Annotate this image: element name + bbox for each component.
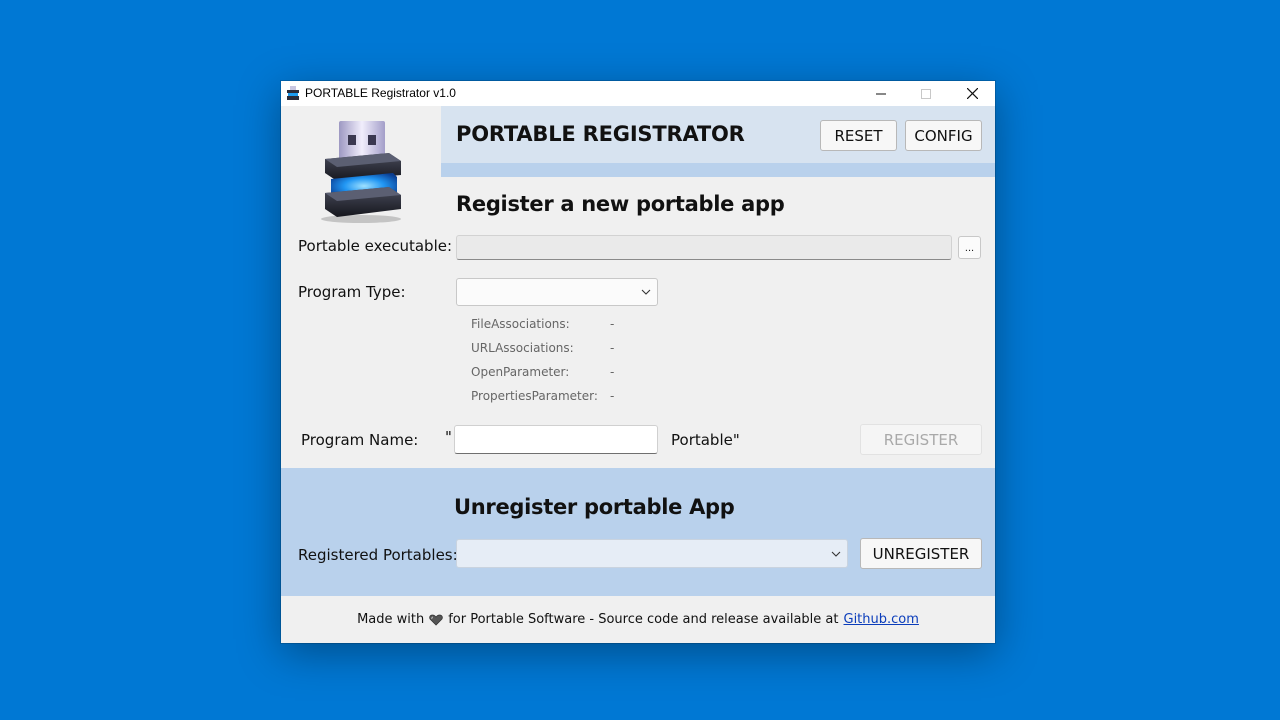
properties-parameter-value: -	[610, 389, 615, 403]
app-heading: PORTABLE REGISTRATOR	[456, 122, 745, 146]
github-link[interactable]: Github.com	[844, 612, 919, 627]
portable-executable-label: Portable executable:	[298, 237, 453, 255]
title-bar[interactable]: PORTABLE Registrator v1.0	[281, 81, 995, 106]
config-button[interactable]: CONFIG	[905, 120, 982, 151]
program-name-suffix: Portable"	[671, 431, 740, 449]
header-accent-strip	[441, 163, 995, 177]
app-window: PORTABLE Registrator v1.0 PORTABLE REGIS…	[281, 81, 995, 643]
reset-button[interactable]: RESET	[820, 120, 897, 151]
url-associations-label: URLAssociations:	[471, 341, 574, 355]
open-parameter-label: OpenParameter:	[471, 365, 570, 379]
registered-portables-label: Registered Portables:	[298, 546, 458, 564]
maximize-icon	[921, 88, 931, 99]
browse-button[interactable]: ...	[958, 236, 981, 259]
registered-portables-select[interactable]	[456, 539, 848, 568]
window-title: PORTABLE Registrator v1.0	[305, 86, 456, 100]
footer-text-before: Made with	[357, 612, 425, 627]
file-associations-value: -	[610, 317, 615, 331]
program-type-select[interactable]	[456, 278, 658, 306]
close-button[interactable]	[949, 81, 995, 106]
close-icon	[966, 88, 978, 99]
chevron-down-icon	[831, 551, 841, 557]
program-name-input[interactable]	[454, 425, 658, 454]
minimize-button[interactable]	[858, 81, 904, 106]
register-button[interactable]: REGISTER	[860, 424, 982, 455]
url-associations-value: -	[610, 341, 615, 355]
unregister-section-title: Unregister portable App	[454, 495, 735, 519]
heart-icon	[429, 614, 443, 626]
unregister-button[interactable]: UNREGISTER	[860, 538, 982, 569]
chevron-down-icon	[641, 289, 651, 295]
app-logo-icon	[321, 121, 401, 223]
register-section-title: Register a new portable app	[456, 192, 785, 216]
app-title-icon	[287, 86, 299, 100]
portable-executable-input[interactable]	[456, 235, 952, 260]
properties-parameter-label: PropertiesParameter:	[471, 389, 598, 403]
program-name-prefix: "	[445, 428, 452, 446]
footer-text-after: for Portable Software - Source code and …	[448, 612, 839, 627]
open-parameter-value: -	[610, 365, 615, 379]
program-name-label: Program Name:	[301, 431, 419, 449]
program-type-label: Program Type:	[298, 283, 406, 301]
file-associations-label: FileAssociations:	[471, 317, 570, 331]
maximize-button[interactable]	[903, 81, 949, 106]
footer: Made with for Portable Software - Source…	[281, 596, 995, 643]
unregister-panel	[281, 468, 995, 596]
minimize-icon	[876, 93, 886, 94]
